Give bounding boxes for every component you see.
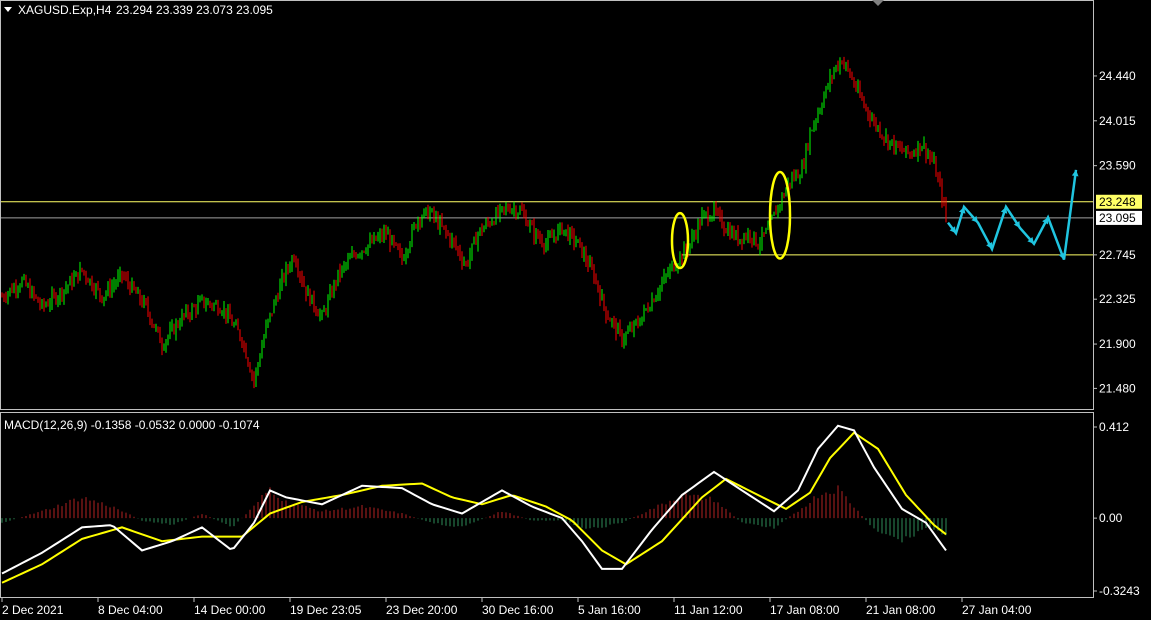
macd-tick-label: 0.00 [1099,511,1123,525]
price-tick-label: 21.900 [1099,337,1136,351]
price-title: XAGUSD.Exp,H4 [18,3,112,17]
time-tick-label: 8 Dec 04:00 [98,603,163,617]
price-tick-label: 23.590 [1099,159,1136,173]
time-tick-label: 30 Dec 16:00 [482,603,554,617]
background [0,0,1151,620]
price-tick-label: 24.015 [1099,114,1136,128]
time-tick-label: 14 Dec 00:00 [194,603,266,617]
time-tick-label: 19 Dec 23:05 [290,603,362,617]
macd-tick-label: 0.412 [1099,420,1129,434]
price-tick-label: 24.440 [1099,69,1136,83]
chart-canvas: 24.440 24.015 23.590 23.248 23.095 22.745 22.3… [0,0,1151,620]
price-tick-label: 21.480 [1099,381,1136,395]
ohlc-values: 23.294 23.339 23.073 23.095 [116,3,273,17]
time-tick-label: 27 Jan 04:00 [962,603,1032,617]
price-tick-label: 23.248 [1099,195,1136,209]
macd-title: MACD(12,26,9) -0.1358 -0.0532 0.0000 -0.… [4,418,260,432]
time-tick-label: 17 Jan 08:00 [770,603,840,617]
time-tick-label: 11 Jan 12:00 [674,603,743,617]
macd-tick-label: -0.3243 [1099,584,1140,598]
time-tick-label: 5 Jan 16:00 [578,603,641,617]
price-tick-label: 23.095 [1099,211,1136,225]
time-tick-label: 21 Jan 08:00 [866,603,936,617]
price-tick-label: 22.325 [1099,292,1136,306]
time-tick-label: 2 Dec 2021 [2,603,64,617]
price-tick-label: 22.745 [1099,248,1136,262]
time-tick-label: 23 Dec 20:00 [386,603,458,617]
